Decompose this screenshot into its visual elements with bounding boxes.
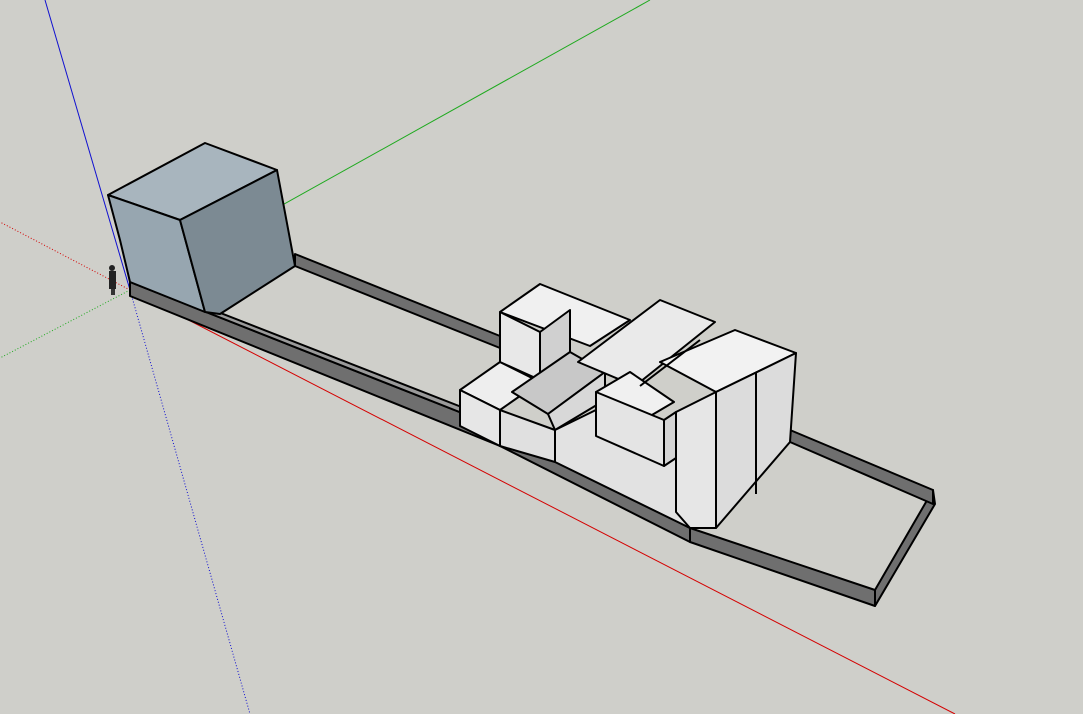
building-mass[interactable] <box>459 283 797 529</box>
right-block-front <box>675 391 717 529</box>
blue-axis <box>44 0 131 291</box>
figure-body <box>109 271 116 289</box>
axes <box>0 0 956 714</box>
3d-scene[interactable] <box>0 0 1083 714</box>
wall-back-left <box>294 253 506 351</box>
box-side <box>663 411 677 467</box>
green-axis-neg <box>0 289 131 359</box>
wall-front-left <box>129 281 501 447</box>
model-viewport[interactable] <box>0 0 1083 714</box>
wall-back-right <box>789 429 934 505</box>
scale-figure[interactable] <box>109 265 116 295</box>
figure-head <box>109 265 115 271</box>
figure-legs <box>111 289 115 295</box>
blue-axis-neg <box>129 289 251 714</box>
wall-end <box>874 489 936 607</box>
mass-low-mid-front <box>499 409 556 463</box>
wall-front-right <box>689 527 876 607</box>
